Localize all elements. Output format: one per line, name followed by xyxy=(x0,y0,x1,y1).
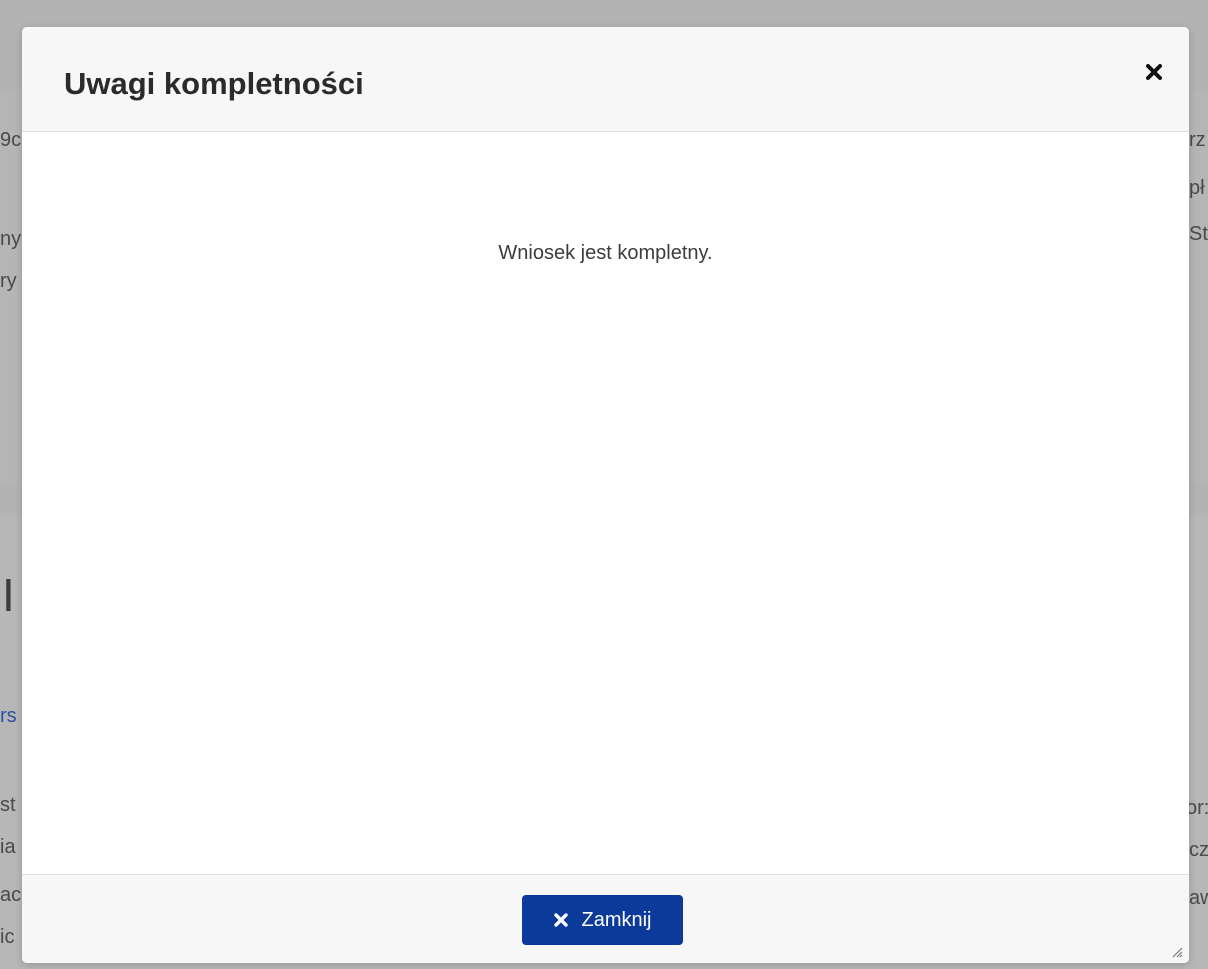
background-text: aw xyxy=(1189,887,1208,909)
close-button[interactable]: Zamknij xyxy=(522,895,683,945)
background-text: 9c xyxy=(0,129,22,151)
dialog-title: Uwagi kompletności xyxy=(64,66,364,101)
dialog-header: Uwagi kompletności xyxy=(22,27,1189,132)
background-text: cz xyxy=(1189,839,1208,861)
background-text: St xyxy=(1189,223,1208,245)
background-text: pł xyxy=(1189,177,1205,199)
background-text: ac xyxy=(0,884,22,906)
background-text: rz xyxy=(1189,129,1206,151)
background-text: or: xyxy=(1186,797,1208,819)
completeness-notes-dialog: Uwagi kompletności Wniosek jest kompletn… xyxy=(22,27,1189,963)
dialog-body: Wniosek jest kompletny. xyxy=(22,132,1189,874)
close-icon-glyph xyxy=(1146,64,1162,80)
background-heading: I xyxy=(2,569,15,621)
background-text: ry xyxy=(0,270,17,292)
background-text: st xyxy=(0,794,16,816)
dialog-footer: Zamknij xyxy=(22,874,1189,963)
background-text: ia xyxy=(0,836,16,858)
background-link: rs xyxy=(0,705,17,727)
background-text: ic xyxy=(0,926,15,948)
resize-handle-icon[interactable] xyxy=(1169,944,1183,958)
dialog-message: Wniosek jest kompletny. xyxy=(498,242,713,264)
close-button-label: Zamknij xyxy=(581,908,652,931)
close-icon[interactable] xyxy=(1139,57,1169,87)
background-text: ny xyxy=(0,228,22,250)
close-icon xyxy=(553,912,569,928)
